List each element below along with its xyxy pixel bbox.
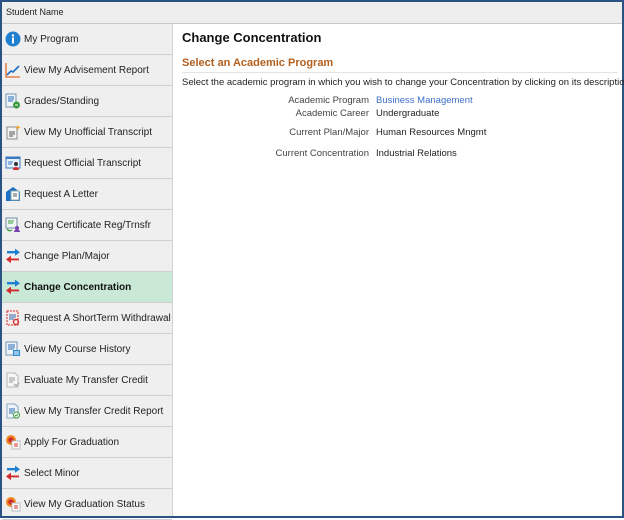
official-transcript-icon	[5, 155, 21, 171]
letter-icon	[5, 186, 21, 202]
transfer-credit-icon	[5, 372, 21, 388]
sidebar-item-course-history[interactable]: View My Course History	[2, 334, 172, 365]
sidebar-item-transfer-credit-report[interactable]: View My Transfer Credit Report	[2, 396, 172, 427]
sidebar-item-label: Chang Certificate Reg/Trnsfr	[24, 219, 151, 231]
section-title: Select an Academic Program	[182, 57, 618, 73]
field-current-plan-major: Current Plan/Major Human Resources Mngmt	[173, 127, 622, 141]
sidebar-item-evaluate-transfer-credit[interactable]: Evaluate My Transfer Credit	[2, 365, 172, 396]
certificate-icon	[5, 217, 21, 233]
field-current-concentration: Current Concentration Industrial Relatio…	[173, 148, 622, 162]
sidebar-item-apply-graduation[interactable]: Apply For Graduation	[2, 427, 172, 458]
field-value: Industrial Relations	[376, 148, 457, 159]
field-value: Undergraduate	[376, 108, 440, 119]
field-label: Academic Program	[288, 95, 369, 106]
sidebar-item-select-minor[interactable]: Select Minor	[2, 458, 172, 489]
info-icon	[5, 31, 21, 47]
sidebar-item-label: Evaluate My Transfer Credit	[24, 374, 148, 386]
field-label: Current Plan/Major	[289, 127, 369, 138]
graduation-icon	[5, 496, 21, 512]
unofficial-transcript-icon	[5, 124, 21, 140]
app-frame: Student Name My Program View My Adviseme…	[0, 0, 624, 520]
sidebar-item-label: Change Concentration	[24, 281, 132, 293]
sidebar-item-advisement-report[interactable]: View My Advisement Report	[2, 55, 172, 86]
page-title: Change Concentration	[182, 30, 322, 45]
sidebar-item-grades-standing[interactable]: Grades/Standing	[2, 86, 172, 117]
field-value: Human Resources Mngmt	[376, 127, 487, 138]
sidebar-item-unofficial-transcript[interactable]: View My Unofficial Transcript	[2, 117, 172, 148]
main-content: Change Concentration Select an Academic …	[173, 24, 624, 516]
student-name-label: Student Name	[6, 7, 64, 17]
swap-arrows-icon	[5, 279, 21, 295]
sidebar-item-change-plan-major[interactable]: Change Plan/Major	[2, 241, 172, 272]
sidebar-item-label: Request Official Transcript	[24, 157, 142, 169]
sidebar-item-certificate-reg[interactable]: Chang Certificate Reg/Trnsfr	[2, 210, 172, 241]
sidebar-item-label: Select Minor	[24, 467, 80, 479]
line-chart-icon	[5, 62, 21, 78]
sidebar-item-request-letter[interactable]: Request A Letter	[2, 179, 172, 210]
sidebar-item-label: Request A ShortTerm Withdrawal	[24, 312, 171, 324]
top-bar: Student Name	[2, 2, 622, 24]
swap-arrows-icon	[5, 248, 21, 264]
sidebar-item-label: View My Unofficial Transcript	[24, 126, 153, 138]
sidebar-item-label: View My Graduation Status	[24, 498, 145, 510]
withdrawal-icon	[5, 310, 21, 326]
sidebar-item-label: Request A Letter	[24, 188, 98, 200]
instructions-text: Select the academic program in which you…	[182, 77, 624, 88]
field-label: Current Concentration	[275, 148, 369, 159]
sidebar-item-label: Grades/Standing	[24, 95, 100, 107]
grades-icon	[5, 93, 21, 109]
sidebar-item-label: Change Plan/Major	[24, 250, 110, 262]
sidebar-item-label: View My Transfer Credit Report	[24, 405, 164, 417]
swap-arrows-icon	[5, 465, 21, 481]
sidebar-item-label: View My Course History	[24, 343, 131, 355]
field-label: Academic Career	[295, 108, 369, 119]
sidebar-item-shortterm-withdrawal[interactable]: Request A ShortTerm Withdrawal	[2, 303, 172, 334]
course-history-icon	[5, 341, 21, 357]
sidebar-item-change-concentration[interactable]: Change Concentration	[2, 272, 172, 303]
sidebar-item-label: Apply For Graduation	[24, 436, 120, 448]
sidebar-item-graduation-status[interactable]: View My Graduation Status	[2, 489, 172, 520]
sidebar-item-label: My Program	[24, 33, 79, 45]
transfer-report-icon	[5, 403, 21, 419]
graduation-icon	[5, 434, 21, 450]
sidebar-item-label: View My Advisement Report	[24, 64, 149, 76]
sidebar-item-official-transcript[interactable]: Request Official Transcript	[2, 148, 172, 179]
academic-program-link[interactable]: Business Management	[376, 95, 473, 106]
sidebar-item-my-program[interactable]: My Program	[2, 24, 172, 55]
field-academic-program: Academic Program Business Management	[173, 95, 622, 109]
field-academic-career: Academic Career Undergraduate	[173, 108, 622, 122]
sidebar-nav: My Program View My Advisement Report Gra…	[2, 24, 173, 520]
